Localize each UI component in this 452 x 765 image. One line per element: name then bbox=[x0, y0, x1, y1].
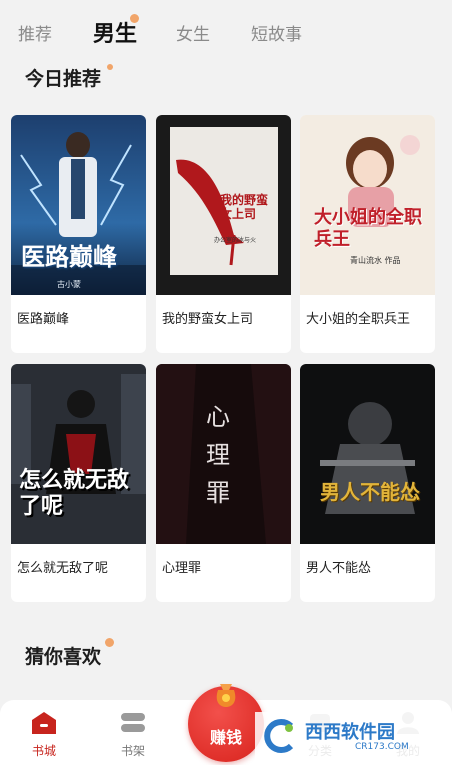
earn-money-button[interactable]: 赚钱 bbox=[188, 684, 264, 762]
tab-recommend[interactable]: 推荐 bbox=[18, 20, 52, 45]
book-card[interactable]: 心理罪 心理罪 bbox=[156, 364, 291, 602]
book-card[interactable]: 我的野蛮女上司 办公室的冰与火 我的野蛮女上司 bbox=[156, 115, 291, 353]
cover-title: 心理罪 bbox=[206, 403, 230, 507]
book-cover: 男人不能怂 bbox=[300, 364, 435, 544]
book-title: 男人不能怂 bbox=[306, 561, 372, 576]
decor-dot bbox=[105, 638, 114, 647]
top-tabs: 推荐 男生 女生 短故事 bbox=[0, 0, 452, 62]
cover-title: 怎么就无敌了呢 bbox=[19, 468, 130, 519]
section-title-today: 今日推荐 bbox=[25, 68, 102, 90]
notification-dot bbox=[130, 14, 139, 23]
nav-bookshelf[interactable]: 书架 bbox=[103, 700, 163, 765]
book-card[interactable]: 大小姐的全职兵王 青山流水 作品 大小姐的全职兵王 bbox=[300, 115, 435, 353]
home-icon bbox=[32, 712, 56, 734]
cover-title: 大小姐的全职兵王 bbox=[314, 207, 422, 250]
tab-female[interactable]: 女生 bbox=[176, 20, 210, 45]
watermark: 西西软件园 CR173.COM bbox=[255, 712, 435, 760]
earn-label: 赚钱 bbox=[209, 728, 242, 747]
watermark-logo-icon bbox=[264, 719, 294, 753]
nav-label: 书城 bbox=[31, 744, 56, 758]
book-title: 怎么就无敌了呢 bbox=[17, 561, 109, 576]
book-cover: 医路巅峰 古小蒙 bbox=[11, 115, 146, 295]
cover-subtitle: 办公室的冰与火 bbox=[214, 237, 257, 244]
cover-title: 男人不能怂 bbox=[320, 480, 420, 504]
watermark-sub: CR173.COM bbox=[355, 742, 409, 752]
book-cover: 怎么就无敌了呢 bbox=[11, 364, 146, 544]
cover-title: 我的野蛮女上司 bbox=[220, 193, 269, 221]
nav-bookcity[interactable]: 书城 bbox=[14, 700, 74, 765]
bookshelf-icon bbox=[121, 713, 145, 732]
book-cover: 我的野蛮女上司 办公室的冰与火 bbox=[156, 115, 291, 295]
section-title-guess: 猜你喜欢 bbox=[25, 646, 102, 668]
watermark-text: 西西软件园 bbox=[305, 722, 395, 743]
cover-author: 古小蒙 bbox=[57, 280, 81, 289]
book-card[interactable]: 怎么就无敌了呢 怎么就无敌了呢 bbox=[11, 364, 146, 602]
book-title: 大小姐的全职兵王 bbox=[306, 312, 411, 327]
book-card[interactable]: 男人不能怂 男人不能怂 bbox=[300, 364, 435, 602]
decor-dot bbox=[107, 64, 113, 70]
book-title: 医路巅峰 bbox=[17, 312, 70, 327]
tab-short-story[interactable]: 短故事 bbox=[251, 20, 302, 45]
book-title: 我的野蛮女上司 bbox=[162, 312, 254, 327]
money-bag-icon bbox=[216, 684, 236, 707]
book-cover: 心理罪 bbox=[156, 364, 291, 544]
book-title: 心理罪 bbox=[162, 561, 202, 576]
cover-title: 医路巅峰 bbox=[21, 243, 117, 271]
book-cover: 大小姐的全职兵王 青山流水 作品 bbox=[300, 115, 435, 295]
nav-label: 书架 bbox=[120, 744, 145, 758]
book-card[interactable]: 医路巅峰 古小蒙 医路巅峰 bbox=[11, 115, 146, 353]
cover-author: 青山流水 作品 bbox=[350, 256, 401, 265]
